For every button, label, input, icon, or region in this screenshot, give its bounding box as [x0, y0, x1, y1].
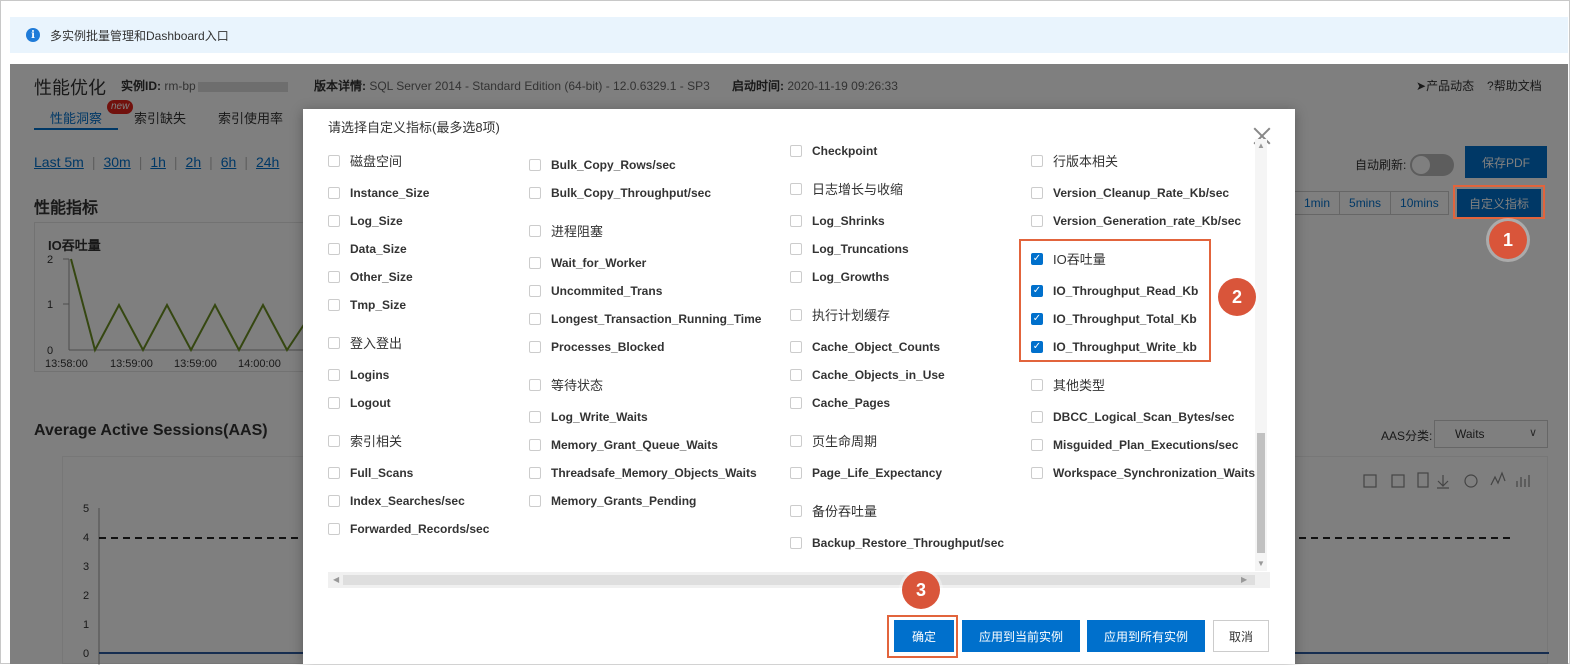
- apply-current-button[interactable]: 应用到当前实例: [962, 620, 1080, 652]
- option-wait-for-worker[interactable]: Wait_for_Worker: [529, 256, 646, 270]
- highlight-confirm: [887, 615, 958, 658]
- option-dbcc-logical-scan[interactable]: DBCC_Logical_Scan_Bytes/sec: [1031, 410, 1234, 424]
- info-icon: i: [26, 28, 40, 42]
- option-version-generation-rate[interactable]: Version_Generation_rate_Kb/sec: [1031, 214, 1241, 228]
- option-log-truncations[interactable]: Log_Truncations: [790, 242, 909, 256]
- group-index[interactable]: 索引相关: [328, 431, 402, 450]
- custom-metrics-dialog: 请选择自定义指标(最多选8项) 磁盘空间 Instance_Size Log_S…: [303, 109, 1295, 664]
- option-longest-transaction[interactable]: Longest_Transaction_Running_Time: [529, 312, 761, 326]
- option-misguided-plan-executions[interactable]: Misguided_Plan_Executions/sec: [1031, 438, 1238, 452]
- option-threadsafe-memory-waits[interactable]: Threadsafe_Memory_Objects_Waits: [529, 466, 757, 480]
- option-version-cleanup-rate[interactable]: Version_Cleanup_Rate_Kb/sec: [1031, 186, 1229, 200]
- option-logout[interactable]: Logout: [328, 396, 391, 410]
- group-page-life[interactable]: 页生命周期: [790, 431, 877, 450]
- group-login-logout[interactable]: 登入登出: [328, 333, 402, 352]
- option-page-life-expectancy[interactable]: Page_Life_Expectancy: [790, 466, 942, 480]
- option-instance-size[interactable]: Instance_Size: [328, 186, 429, 200]
- option-cache-pages[interactable]: Cache_Pages: [790, 396, 890, 410]
- option-other-size[interactable]: Other_Size: [328, 270, 413, 284]
- group-plan-cache[interactable]: 执行计划缓存: [790, 305, 890, 324]
- option-index-searches[interactable]: Index_Searches/sec: [328, 494, 465, 508]
- vertical-scrollbar-thumb[interactable]: [1257, 433, 1265, 553]
- option-uncommited-trans[interactable]: Uncommited_Trans: [529, 284, 662, 298]
- option-memory-grants-pending[interactable]: Memory_Grants_Pending: [529, 494, 696, 508]
- option-checkpoint[interactable]: Checkpoint: [790, 144, 877, 158]
- notice-text[interactable]: 多实例批量管理和Dashboard入口: [50, 27, 229, 44]
- group-backup-throughput[interactable]: 备份吞吐量: [790, 501, 877, 520]
- group-other-types[interactable]: 其他类型: [1031, 375, 1105, 394]
- option-workspace-sync-waits[interactable]: Workspace_Synchronization_Waits: [1031, 466, 1255, 480]
- step-badge-2: 2: [1218, 278, 1256, 316]
- option-forwarded-records[interactable]: Forwarded_Records/sec: [328, 522, 489, 536]
- option-cache-objects-in-use[interactable]: Cache_Objects_in_Use: [790, 368, 945, 382]
- option-log-shrinks[interactable]: Log_Shrinks: [790, 214, 885, 228]
- group-log-growth[interactable]: 日志增长与收缩: [790, 179, 903, 198]
- scroll-left-icon[interactable]: ◀: [333, 575, 339, 584]
- option-backup-restore-throughput[interactable]: Backup_Restore_Throughput/sec: [790, 536, 1004, 550]
- option-cache-object-counts[interactable]: Cache_Object_Counts: [790, 340, 940, 354]
- scroll-down-icon[interactable]: ▼: [1257, 559, 1265, 568]
- option-data-size[interactable]: Data_Size: [328, 242, 407, 256]
- option-processes-blocked[interactable]: Processes_Blocked: [529, 340, 664, 354]
- group-disk-space[interactable]: 磁盘空间: [328, 151, 402, 170]
- option-bulk-copy-throughput[interactable]: Bulk_Copy_Throughput/sec: [529, 186, 711, 200]
- notice-bar: i 多实例批量管理和Dashboard入口: [10, 17, 1568, 53]
- dialog-title: 请选择自定义指标(最多选8项): [328, 120, 500, 135]
- apply-all-button[interactable]: 应用到所有实例: [1087, 620, 1205, 652]
- group-wait-state[interactable]: 等待状态: [529, 375, 603, 394]
- option-log-growths[interactable]: Log_Growths: [790, 270, 889, 284]
- option-tmp-size[interactable]: Tmp_Size: [328, 298, 406, 312]
- step-badge-1: 1: [1489, 221, 1527, 259]
- option-bulk-copy-rows[interactable]: Bulk_Copy_Rows/sec: [529, 158, 676, 172]
- group-process-blocking[interactable]: 进程阻塞: [529, 221, 603, 240]
- cancel-button[interactable]: 取消: [1213, 620, 1269, 652]
- option-log-write-waits[interactable]: Log_Write_Waits: [529, 410, 648, 424]
- horizontal-scrollbar-thumb[interactable]: [343, 575, 1255, 585]
- step-badge-3: 3: [902, 571, 940, 609]
- option-log-size[interactable]: Log_Size: [328, 214, 403, 228]
- option-logins[interactable]: Logins: [328, 368, 389, 382]
- highlight-custom-metrics: [1453, 185, 1545, 219]
- highlight-io-group: [1019, 239, 1211, 362]
- scroll-right-icon[interactable]: ▶: [1241, 575, 1247, 584]
- option-memory-grant-queue-waits[interactable]: Memory_Grant_Queue_Waits: [529, 438, 718, 452]
- group-row-version[interactable]: 行版本相关: [1031, 151, 1118, 170]
- option-full-scans[interactable]: Full_Scans: [328, 466, 413, 480]
- scroll-up-icon[interactable]: ▲: [1257, 141, 1265, 150]
